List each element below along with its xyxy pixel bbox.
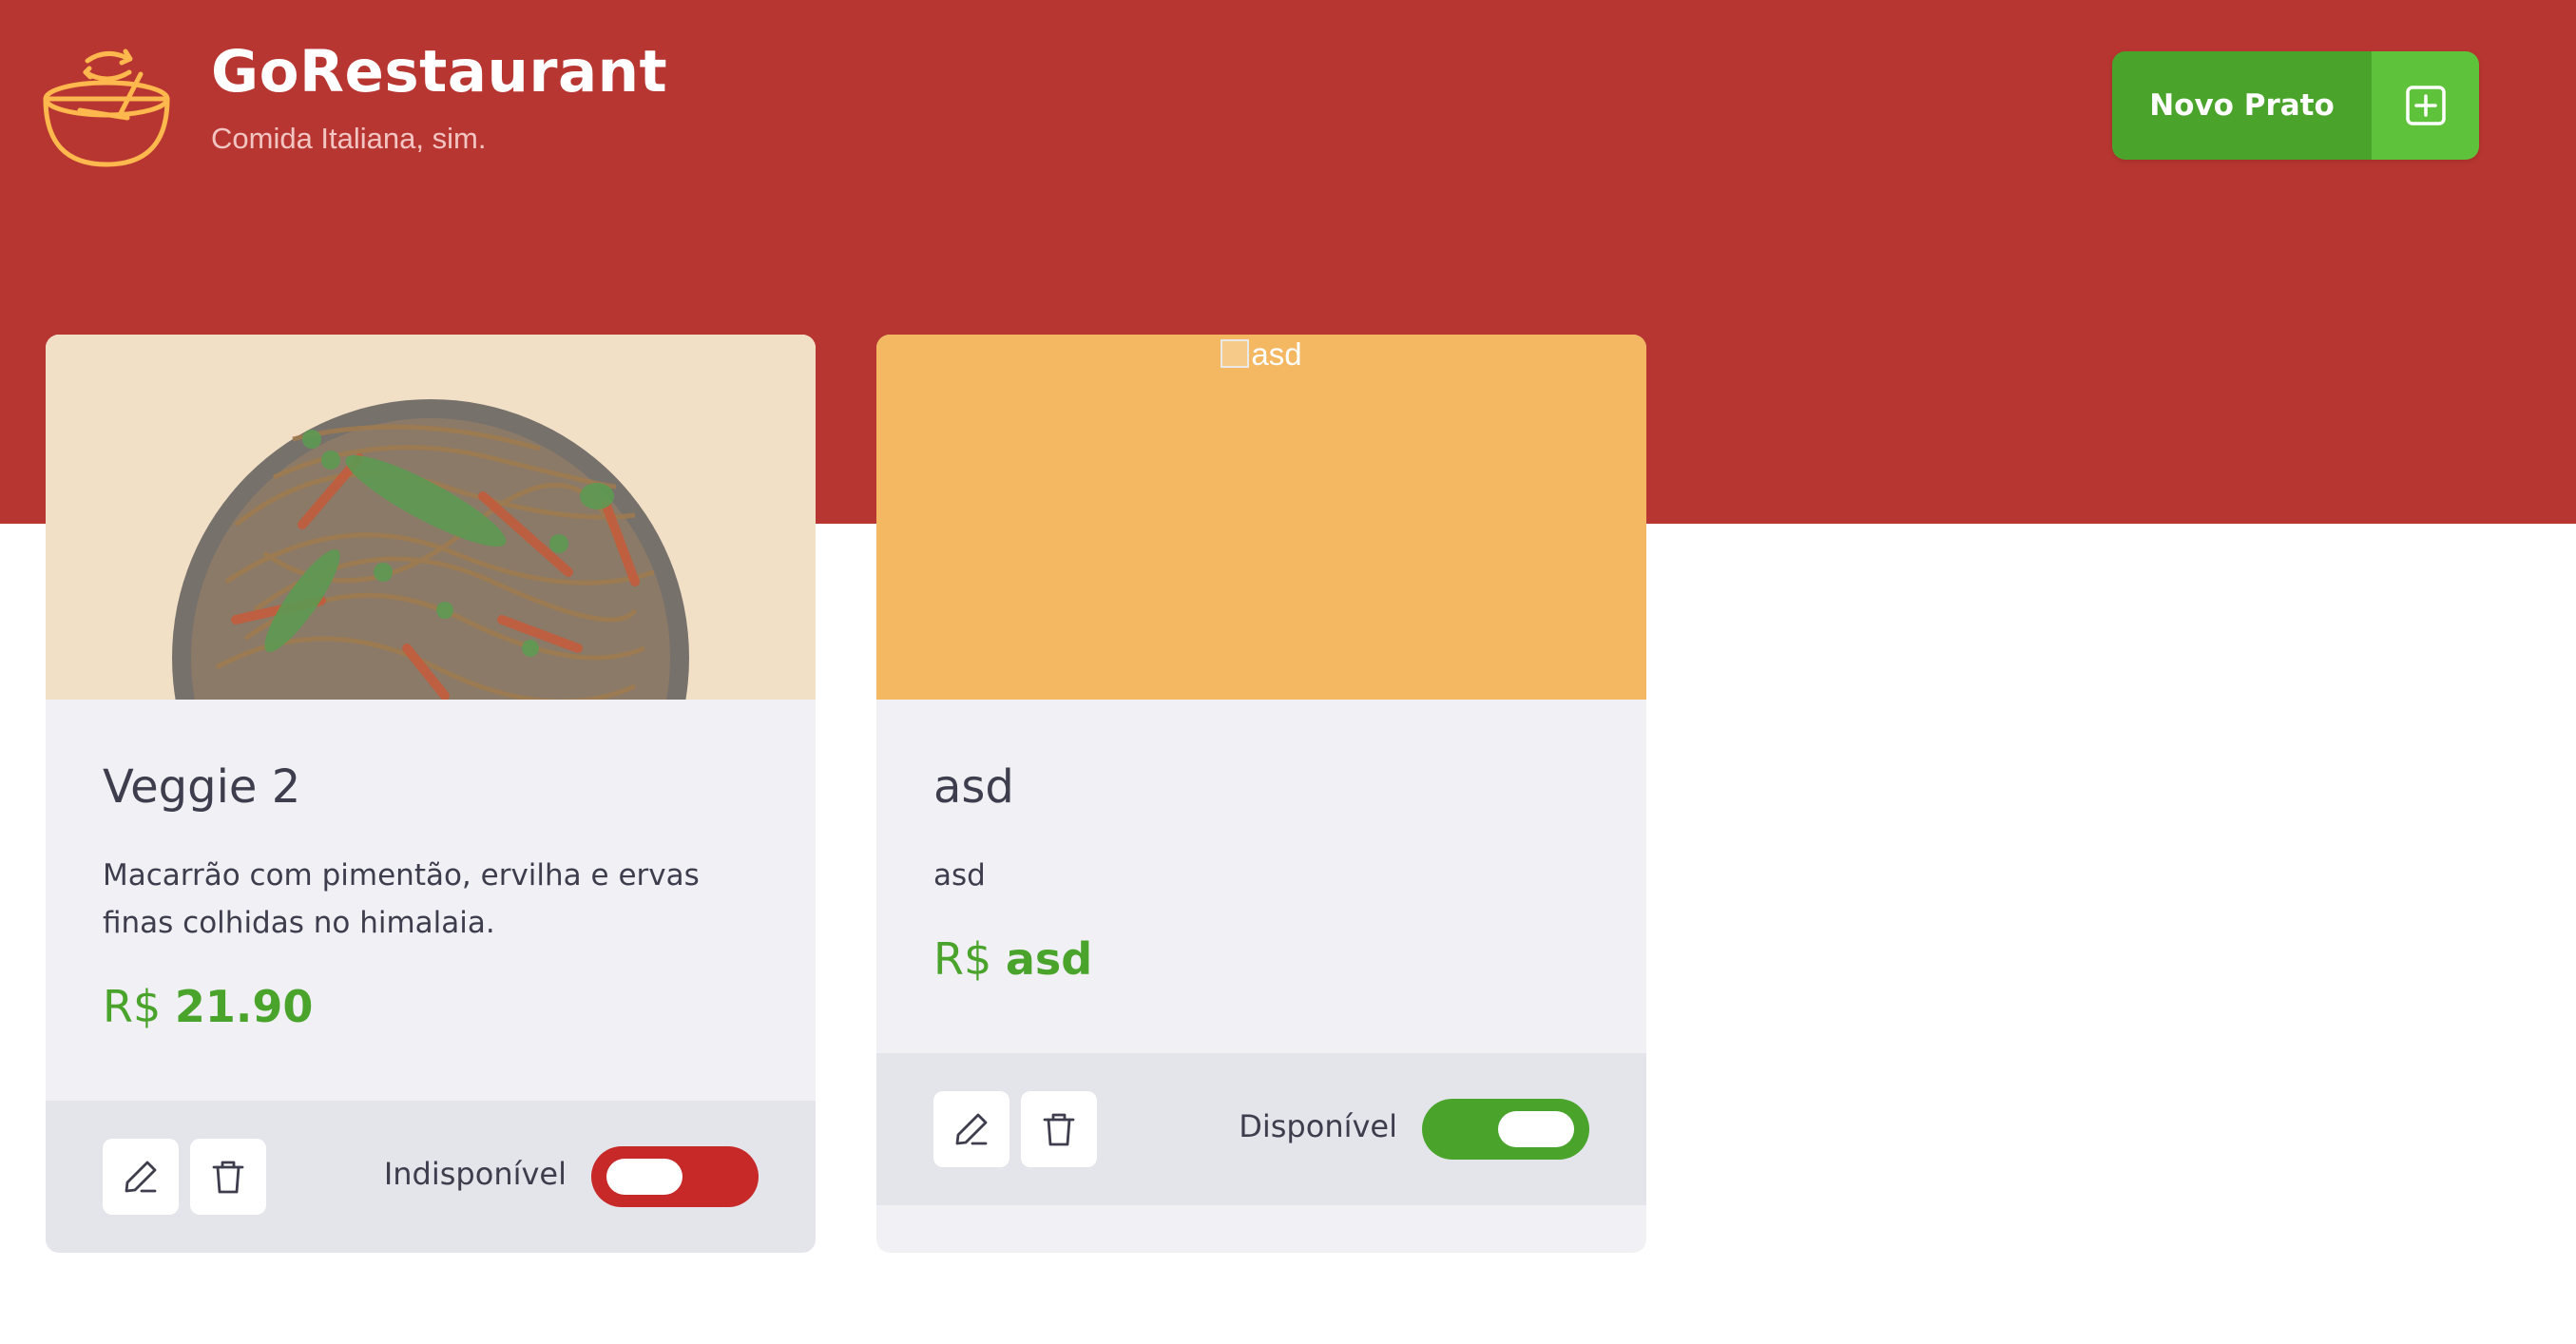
availability-label: Indisponível — [383, 1156, 567, 1192]
food-price: R$ asd — [933, 933, 1092, 985]
food-image: asd — [876, 335, 1646, 700]
pencil-icon — [125, 1161, 157, 1193]
food-card: Veggie 2 Macarrão com pimentão, ervilha … — [46, 335, 816, 1253]
pencil-icon — [955, 1113, 988, 1145]
brand-title: GoRestaurant — [211, 38, 668, 106]
delete-button[interactable] — [190, 1139, 266, 1215]
brand-subtitle: Comida Italiana, sim. — [211, 122, 487, 155]
new-dish-button-label: Novo Prato — [2112, 51, 2372, 160]
edit-button[interactable] — [933, 1091, 1009, 1167]
price-currency: R$ — [933, 933, 992, 985]
new-dish-button-icon-box — [2372, 51, 2479, 160]
trash-icon — [212, 1161, 244, 1194]
food-image — [46, 335, 816, 700]
image-alt-text: asd — [1251, 336, 1302, 372]
bowl-icon — [43, 48, 170, 167]
price-currency: R$ — [103, 981, 162, 1032]
edit-button[interactable] — [103, 1139, 179, 1215]
trash-icon — [1043, 1113, 1075, 1146]
availability-toggle[interactable] — [591, 1146, 759, 1207]
food-card: asd asd asd R$ asd Disponível — [876, 335, 1646, 1253]
pasta-bowl-photo — [46, 335, 816, 700]
broken-image-icon — [1221, 339, 1250, 368]
food-price: R$ 21.90 — [103, 981, 313, 1032]
food-card-footer: Disponível — [876, 1053, 1646, 1205]
delete-button[interactable] — [1021, 1091, 1097, 1167]
toggle-knob — [606, 1159, 682, 1195]
food-card-footer: Indisponível — [46, 1101, 816, 1253]
broken-image-placeholder: asd — [876, 336, 1646, 373]
new-dish-button[interactable]: Novo Prato — [2112, 51, 2479, 160]
food-description: asd — [933, 858, 986, 893]
plus-square-icon — [2405, 86, 2446, 125]
food-description: Macarrão com pimentão, ervilha e ervas f… — [103, 858, 700, 940]
availability-toggle[interactable] — [1422, 1099, 1589, 1160]
price-value: 21.90 — [174, 981, 314, 1032]
food-name: Veggie 2 — [103, 760, 301, 814]
price-value: asd — [1005, 933, 1093, 985]
toggle-knob — [1498, 1111, 1574, 1147]
food-name: asd — [933, 760, 1014, 814]
availability-label: Disponível — [1239, 1108, 1397, 1144]
